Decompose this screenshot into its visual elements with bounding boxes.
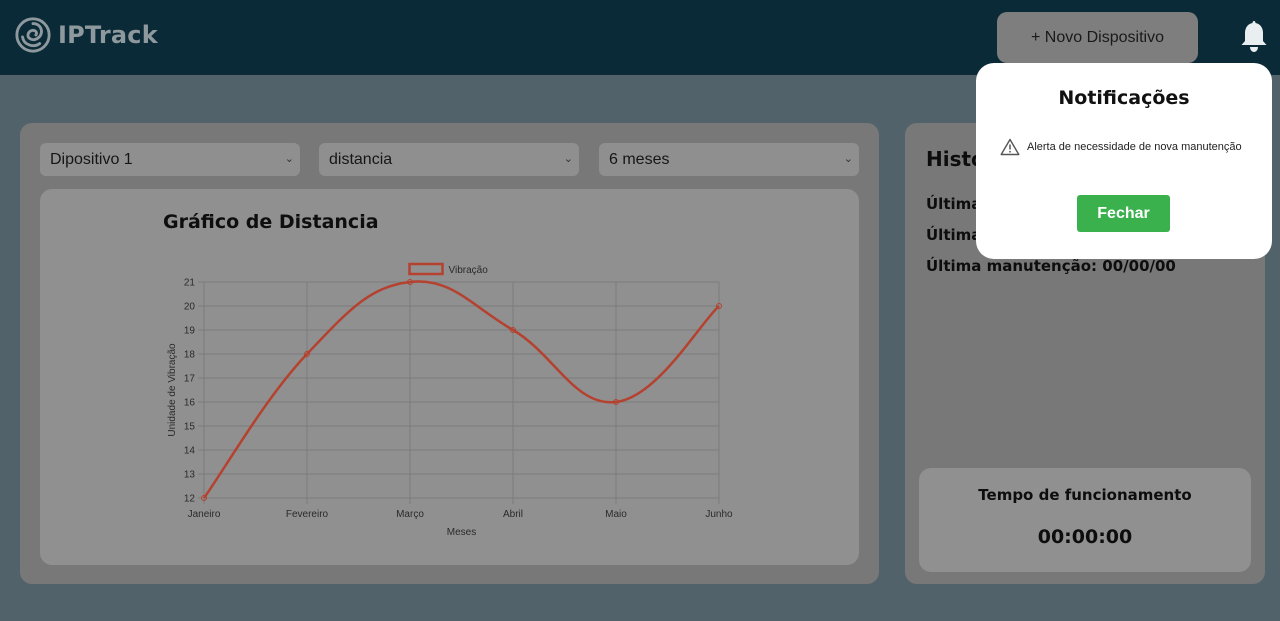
line-chart: 12 13 14 15 16 17 18 19 20 21 Janeiro Fevereiro Març… bbox=[167, 262, 733, 538]
logo-icon bbox=[15, 17, 51, 53]
x-tick-label: Maio bbox=[605, 509, 627, 520]
bell-icon[interactable] bbox=[1238, 18, 1270, 54]
x-tick-label: Março bbox=[396, 509, 424, 520]
device-select-value: Dipositivo 1 bbox=[50, 150, 133, 168]
x-tick-label: Junho bbox=[705, 509, 733, 520]
y-tick-label: 19 bbox=[184, 326, 196, 337]
y-tick-label: 21 bbox=[184, 278, 196, 289]
y-axis-title: Unidade de Vibração bbox=[167, 343, 178, 437]
uptime-box: Tempo de funcionamento 00:00:00 bbox=[919, 468, 1251, 572]
y-tick-label: 12 bbox=[184, 494, 196, 505]
last-maintenance: Última manutenção: 00/00/00 bbox=[926, 257, 1176, 275]
metric-select-value: distancia bbox=[329, 150, 393, 168]
x-tick-label: Fevereiro bbox=[286, 509, 329, 520]
metric-select[interactable]: distancia ⌄ bbox=[319, 143, 579, 176]
period-select-value: 6 meses bbox=[609, 150, 670, 168]
y-tick-label: 14 bbox=[184, 446, 196, 457]
chevron-down-icon: ⌄ bbox=[563, 153, 573, 165]
y-tick-label: 16 bbox=[184, 398, 196, 409]
y-tick-label: 15 bbox=[184, 422, 196, 433]
x-tick-label: Abril bbox=[503, 509, 523, 520]
notification-message: Alerta de necessidade de nova manutenção bbox=[1027, 141, 1242, 153]
warning-icon bbox=[1000, 138, 1020, 156]
series-line bbox=[202, 280, 720, 499]
device-select[interactable]: Dipositivo 1 ⌄ bbox=[40, 143, 300, 176]
chart-card: Dipositivo 1 ⌄ distancia ⌄ 6 meses ⌄ Grá… bbox=[20, 123, 879, 584]
y-tick-label: 17 bbox=[184, 374, 196, 385]
uptime-title: Tempo de funcionamento bbox=[978, 486, 1192, 504]
legend-swatch bbox=[408, 262, 444, 276]
chevron-down-icon: ⌄ bbox=[843, 153, 853, 165]
new-device-button[interactable]: + Novo Dispositivo bbox=[997, 12, 1198, 63]
chart-panel: Gráfico de Distancia 12 13 14 15 16 17 18 19 20 2… bbox=[40, 189, 859, 565]
x-axis-title: Meses bbox=[447, 527, 476, 538]
y-tick-label: 13 bbox=[184, 470, 196, 481]
period-select[interactable]: 6 meses ⌄ bbox=[599, 143, 859, 176]
legend-label: Vibração bbox=[449, 265, 489, 276]
y-tick-label: 18 bbox=[184, 350, 196, 361]
notifications-title: Notificações bbox=[1058, 87, 1190, 109]
uptime-value: 00:00:00 bbox=[1037, 526, 1133, 548]
notification-item: Alerta de necessidade de nova manutenção bbox=[1000, 138, 1242, 156]
y-tick-label: 20 bbox=[184, 302, 196, 313]
logo-text: IPTrack bbox=[58, 21, 158, 49]
logo: IPTrack bbox=[14, 16, 158, 54]
notifications-popup: Notificações Alerta de necessidade de no… bbox=[976, 63, 1272, 259]
x-tick-label: Janeiro bbox=[188, 509, 221, 520]
close-button[interactable]: Fechar bbox=[1077, 195, 1170, 232]
chevron-down-icon: ⌄ bbox=[284, 153, 294, 165]
